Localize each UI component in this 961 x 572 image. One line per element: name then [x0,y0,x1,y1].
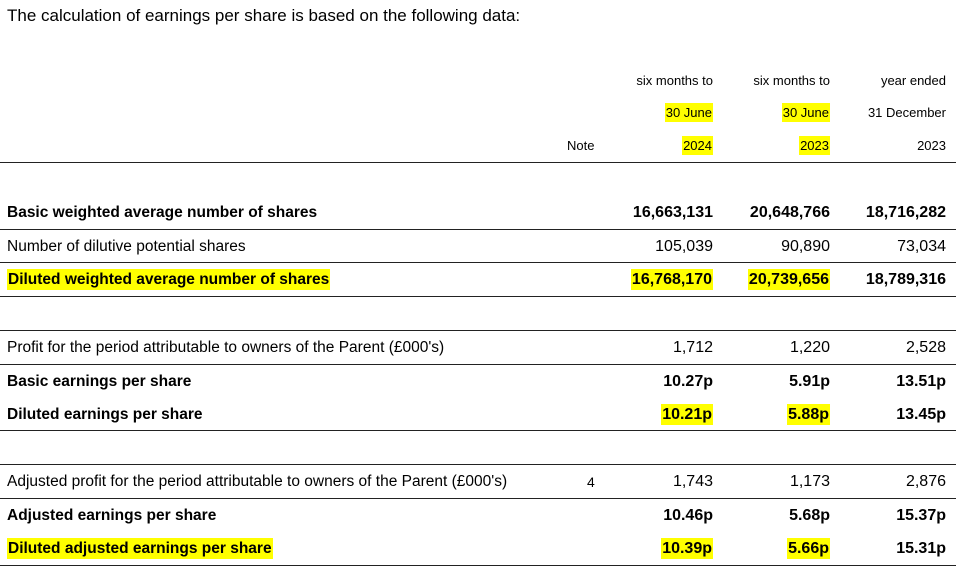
row-label-dilutive-potential-shares: Number of dilutive potential shares [7,238,246,255]
row0-col2: 20,648,766 [749,204,830,221]
col2-header-line2-text: 30 June [781,103,830,122]
row0-col3: 18,716,282 [865,204,946,221]
row8-col3: 15.31p [896,540,946,557]
row3-col2: 1,220 [789,339,830,356]
row-divider [0,262,956,263]
row8-col2-text: 5.66p [787,538,830,559]
row1-col2: 90,890 [781,238,830,255]
row-divider [0,498,956,499]
table-bottom-divider [0,565,956,566]
row5-col2: 5.88p [787,404,830,425]
row3-col1: 1,712 [672,339,713,356]
col3-header-line2: 31 December [867,105,946,120]
row-divider [0,364,956,365]
row2-col1-text: 16,768,170 [630,269,713,290]
col1-header-line3-text: 2024 [682,136,713,155]
note-header: Note [567,138,595,153]
row5-col2-text: 5.88p [787,404,830,425]
col1-header-line3: 2024 [682,136,713,155]
row7-col3: 15.37p [896,507,946,524]
col3-header-line1: year ended [880,73,946,88]
col2-header-line3: 2023 [799,136,830,155]
row4-col3: 13.51p [896,373,946,390]
row1-col1: 105,039 [655,238,713,255]
section-divider [0,330,956,331]
row3-col3: 2,528 [905,339,946,356]
row4-col2: 5.91p [789,373,830,390]
row6-col1: 1,743 [672,473,713,490]
row8-col1: 10.39p [661,538,713,559]
row2-col3: 18,789,316 [865,271,946,288]
row5-col1: 10.21p [661,404,713,425]
col2-header-line1: six months to [753,73,830,88]
section-divider [0,464,956,465]
row2-label-text: Diluted weighted average number of share… [7,269,331,290]
row8-label-text: Diluted adjusted earnings per share [7,538,273,559]
row-label-diluted-eps: Diluted earnings per share [7,406,203,423]
col3-header-line3: 2023 [917,138,946,153]
row-label-profit-attributable: Profit for the period attributable to ow… [7,339,445,356]
row-label-diluted-adjusted-eps: Diluted adjusted earnings per share [7,538,273,559]
row2-col2-text: 20,739,656 [747,269,830,290]
row8-col2: 5.66p [787,538,830,559]
col1-header-line2: 30 June [664,103,713,122]
row2-col1: 16,768,170 [630,269,713,290]
row6-col3: 2,876 [905,473,946,490]
col2-header-line2: 30 June [781,103,830,122]
row-divider [0,229,956,230]
row7-col2: 5.68p [789,507,830,524]
col2-header-line3-text: 2023 [799,136,830,155]
row2-col2: 20,739,656 [747,269,830,290]
row7-col1: 10.46p [663,507,713,524]
section-divider [0,430,956,431]
row-label-adjusted-profit: Adjusted profit for the period attributa… [7,473,508,490]
row1-col3: 73,034 [897,238,946,255]
row4-col1: 10.27p [663,373,713,390]
row5-col3: 13.45p [896,406,946,423]
row-label-basic-weighted-shares: Basic weighted average number of shares [7,204,318,221]
row-label-adjusted-eps: Adjusted earnings per share [7,507,217,524]
col1-header-line1: six months to [636,73,713,88]
row-label-basic-eps: Basic earnings per share [7,373,192,390]
section-divider [0,296,956,297]
header-divider [0,162,956,163]
row5-col1-text: 10.21p [661,404,713,425]
row6-col2: 1,173 [789,473,830,490]
col1-header-line2-text: 30 June [664,103,713,122]
row8-col1-text: 10.39p [661,538,713,559]
intro-text: The calculation of earnings per share is… [7,6,521,25]
row6-note: 4 [587,474,595,490]
row-label-diluted-weighted-shares: Diluted weighted average number of share… [7,269,331,290]
row0-col1: 16,663,131 [632,204,713,221]
